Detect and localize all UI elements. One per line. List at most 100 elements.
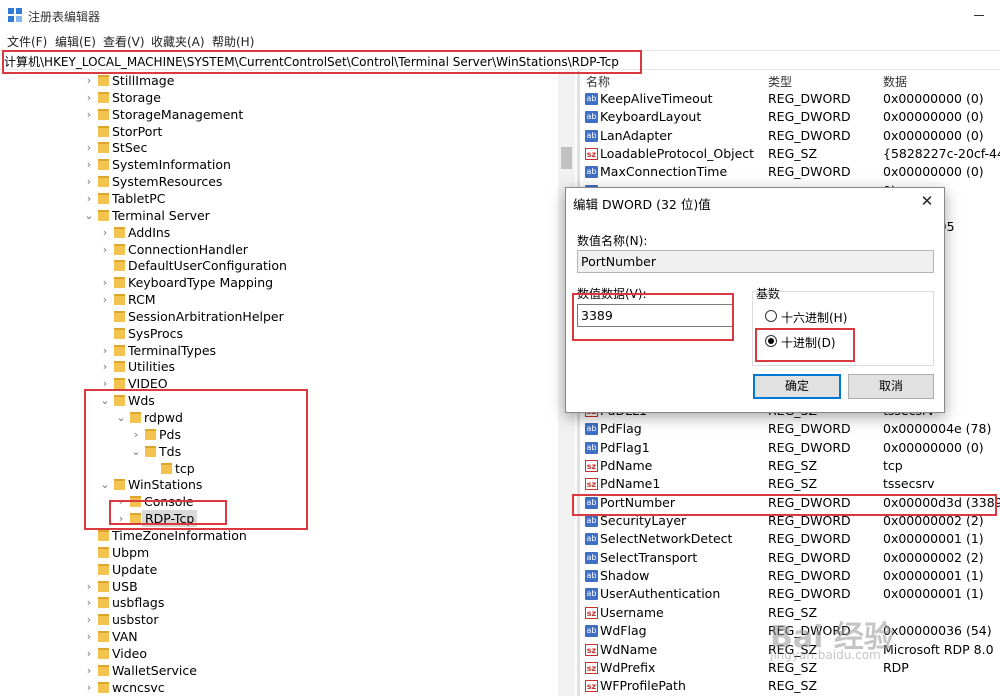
- menu-favorites[interactable]: 收藏夹(A): [151, 33, 205, 50]
- tree-expander-icon[interactable]: ›: [100, 291, 110, 308]
- tree-item-label[interactable]: Tds: [159, 443, 181, 460]
- tree-expander-icon[interactable]: ›: [84, 106, 94, 123]
- tree-expander-icon[interactable]: [84, 561, 94, 578]
- tree-item-label[interactable]: WinStations: [128, 476, 202, 493]
- tree-expander-icon[interactable]: ›: [100, 224, 110, 241]
- tree-expander-icon[interactable]: ›: [84, 628, 94, 645]
- tree-expander-icon[interactable]: ›: [84, 594, 94, 611]
- tree-expander-icon[interactable]: ›: [84, 139, 94, 156]
- column-data[interactable]: 数据: [883, 73, 907, 90]
- column-type[interactable]: 类型: [768, 73, 792, 90]
- tree-expander-icon[interactable]: [84, 544, 94, 561]
- tree-item-label[interactable]: DefaultUserConfiguration: [128, 257, 287, 274]
- tree-item-label[interactable]: USB: [112, 578, 138, 595]
- tree-item-label[interactable]: AddIns: [128, 224, 170, 241]
- value-row[interactable]: ab KeyboardLayout REG_DWORD 0x00000000 (0): [580, 108, 1000, 126]
- minimize-button[interactable]: [960, 2, 1000, 28]
- tree-item-label[interactable]: Utilities: [128, 358, 175, 375]
- tree-expander-icon[interactable]: ›: [100, 342, 110, 359]
- dialog-close-button[interactable]: ✕: [914, 190, 940, 212]
- tree-item-label[interactable]: TimeZoneInformation: [112, 527, 247, 544]
- radio-decimal-circle[interactable]: [765, 335, 777, 347]
- tree-expander-icon[interactable]: ›: [84, 156, 94, 173]
- tree-expander-icon[interactable]: ›: [84, 89, 94, 106]
- tree-expander-icon[interactable]: ›: [84, 611, 94, 628]
- tree-item-label[interactable]: Video: [112, 645, 147, 662]
- tree-item-label[interactable]: usbstor: [112, 611, 159, 628]
- tree-item-label[interactable]: TerminalTypes: [128, 342, 216, 359]
- tree-item-label[interactable]: VAN: [112, 628, 138, 645]
- tree-item-label[interactable]: StillImage: [112, 72, 174, 89]
- tree-expander-icon[interactable]: ›: [100, 375, 110, 392]
- value-row[interactable]: ab PortNumber REG_DWORD 0x00000d3d (3389): [580, 494, 1000, 512]
- value-row[interactable]: ab SelectTransport REG_DWORD 0x00000002 (2): [580, 549, 1000, 567]
- radio-decimal-label[interactable]: 十进制(D): [781, 334, 836, 351]
- tree-item-label[interactable]: Pds: [159, 426, 181, 443]
- tree-expander-icon[interactable]: ⌄: [116, 409, 126, 426]
- ok-button[interactable]: 确定: [753, 374, 841, 399]
- column-name[interactable]: 名称: [586, 73, 610, 90]
- scrollbar-thumb[interactable]: [561, 147, 572, 169]
- tree-item-label[interactable]: RCM: [128, 291, 156, 308]
- tree-item-label[interactable]: WalletService: [112, 662, 197, 679]
- tree-expander-icon[interactable]: [84, 123, 94, 140]
- tree-item-label[interactable]: SystemResources: [112, 173, 222, 190]
- tree-item-label[interactable]: Update: [112, 561, 157, 578]
- tree-expander-icon[interactable]: ›: [100, 274, 110, 291]
- tree-item-label[interactable]: rdpwd: [144, 409, 183, 426]
- tree-expander-icon[interactable]: ›: [84, 72, 94, 89]
- tree-expander-icon[interactable]: ›: [84, 662, 94, 679]
- tree-item-label[interactable]: Ubpm: [112, 544, 149, 561]
- tree-item-label[interactable]: StorPort: [112, 123, 162, 140]
- tree-item-label[interactable]: Wds: [128, 392, 155, 409]
- radio-hex-label[interactable]: 十六进制(H): [781, 309, 847, 326]
- tree-item-label[interactable]: ConnectionHandler: [128, 241, 248, 258]
- value-row[interactable]: sz LoadableProtocol_Object REG_SZ {5828227c…: [580, 145, 1000, 163]
- tree-item-label[interactable]: RDP-Tcp: [142, 510, 198, 528]
- tree-expander-icon[interactable]: ›: [131, 426, 141, 443]
- value-row[interactable]: ab MaxConnectionTime REG_DWORD 0x00000000 (…: [580, 163, 1000, 181]
- tree-expander-icon[interactable]: ›: [100, 241, 110, 258]
- tree-expander-icon[interactable]: ⌄: [131, 443, 141, 460]
- tree-expander-icon[interactable]: ›: [84, 173, 94, 190]
- cancel-button[interactable]: 取消: [848, 374, 934, 399]
- tree-item-label[interactable]: SysProcs: [128, 325, 183, 342]
- tree-expander-icon[interactable]: ›: [84, 679, 94, 696]
- value-row[interactable]: ab SecurityLayer REG_DWORD 0x00000002 (2): [580, 512, 1000, 530]
- value-row[interactable]: sz PdName1 REG_SZ tssecsrv: [580, 475, 1000, 493]
- value-row[interactable]: ab KeepAliveTimeout REG_DWORD 0x00000000 (0…: [580, 90, 1000, 108]
- tree-expander-icon[interactable]: ⌄: [84, 207, 94, 224]
- value-row[interactable]: sz PdName REG_SZ tcp: [580, 457, 1000, 475]
- tree-item-label[interactable]: StorageManagement: [112, 106, 243, 123]
- radio-hex-circle[interactable]: [765, 310, 777, 322]
- tree-expander-icon[interactable]: ›: [116, 510, 126, 527]
- tree-expander-icon[interactable]: [100, 308, 110, 325]
- tree-item-label[interactable]: SystemInformation: [112, 156, 231, 173]
- tree-item-label[interactable]: TabletPC: [112, 190, 166, 207]
- tree-item-label[interactable]: Console: [144, 493, 194, 510]
- tree-expander-icon[interactable]: [100, 257, 110, 274]
- value-row[interactable]: ab UserAuthentication REG_DWORD 0x00000001 …: [580, 585, 1000, 603]
- tree-item-label[interactable]: VIDEO: [128, 375, 168, 392]
- address-path[interactable]: 计算机\HKEY_LOCAL_MACHINE\SYSTEM\CurrentCon…: [4, 53, 619, 70]
- tree-item-label[interactable]: StSec: [112, 139, 147, 156]
- tree-item-label[interactable]: wcncsvc: [112, 679, 165, 696]
- value-data-input[interactable]: 3389: [577, 304, 733, 327]
- tree-expander-icon[interactable]: ⌄: [100, 392, 110, 409]
- address-bar[interactable]: 计算机\HKEY_LOCAL_MACHINE\SYSTEM\CurrentCon…: [0, 50, 1000, 70]
- value-row[interactable]: ab Shadow REG_DWORD 0x00000001 (1): [580, 567, 1000, 585]
- menu-file[interactable]: 文件(F): [7, 33, 47, 50]
- tree-expander-icon[interactable]: ›: [84, 645, 94, 662]
- tree-expander-icon[interactable]: [100, 325, 110, 342]
- tree-expander-icon[interactable]: [147, 460, 157, 477]
- tree-expander-icon[interactable]: [84, 527, 94, 544]
- tree-expander-icon[interactable]: ›: [84, 578, 94, 595]
- tree-item-label[interactable]: tcp: [175, 460, 195, 477]
- value-row[interactable]: ab PdFlag1 REG_DWORD 0x00000000 (0): [580, 439, 1000, 457]
- tree-expander-icon[interactable]: ⌄: [100, 476, 110, 493]
- value-row[interactable]: ab PdFlag REG_DWORD 0x0000004e (78): [580, 420, 1000, 438]
- tree-expander-icon[interactable]: ›: [100, 358, 110, 375]
- value-row[interactable]: sz WFProfilePath REG_SZ: [580, 677, 1000, 695]
- menu-view[interactable]: 查看(V): [103, 33, 145, 50]
- menu-edit[interactable]: 编辑(E): [55, 33, 96, 50]
